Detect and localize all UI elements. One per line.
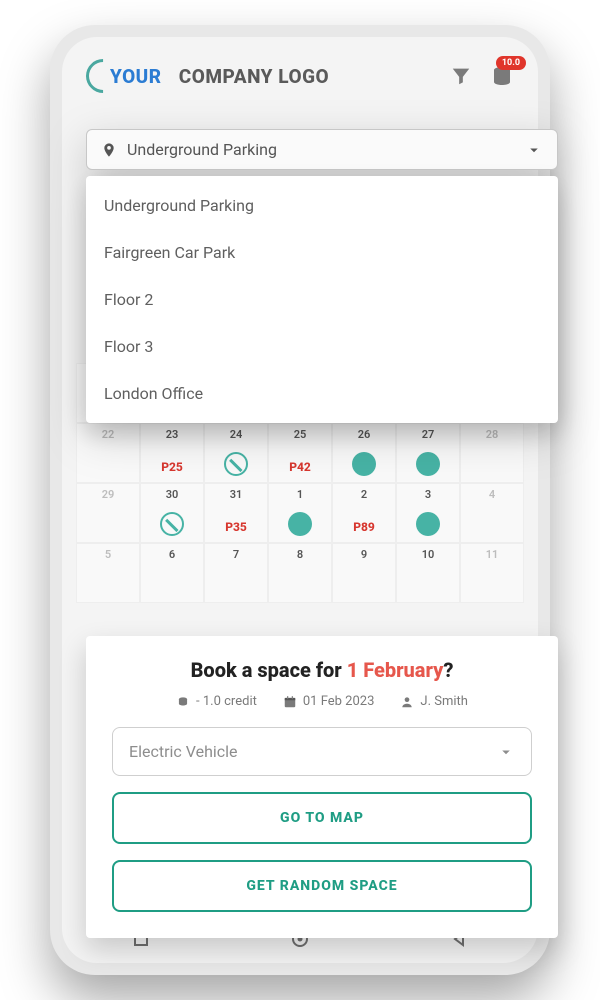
day-number: 24 [205, 428, 267, 441]
available-dot-icon [416, 452, 440, 476]
day-number: 23 [141, 428, 203, 441]
pin-icon [101, 142, 117, 158]
unavailable-icon [160, 512, 184, 536]
location-dropdown: Underground Parking Underground ParkingF… [86, 129, 558, 423]
user-icon [400, 695, 414, 709]
go-to-map-button[interactable]: GO TO MAP [112, 792, 532, 844]
calendar-day[interactable]: 23 P25 [140, 423, 204, 483]
calendar-day[interactable]: 1 [268, 483, 332, 543]
coins-icon [176, 695, 190, 709]
day-number: 8 [269, 548, 331, 561]
filter-button[interactable] [450, 65, 472, 87]
credit-cost: - 1.0 credit [176, 694, 257, 709]
calendar-day[interactable]: 8 [268, 543, 332, 603]
calendar-day[interactable]: 26 [332, 423, 396, 483]
chevron-down-icon [497, 743, 515, 761]
calendar-day[interactable]: 29 [76, 483, 140, 543]
logo-arc-icon [79, 52, 127, 100]
day-number: 27 [397, 428, 459, 441]
day-number: 3 [397, 488, 459, 501]
vehicle-type-select[interactable]: Electric Vehicle [112, 727, 532, 776]
app-header: YOUR COMPANY LOGO 10.0 [62, 37, 538, 103]
calendar-day[interactable]: 10 [396, 543, 460, 603]
day-number: 22 [77, 428, 139, 441]
credits-badge: 10.0 [496, 56, 526, 70]
day-number: 25 [269, 428, 331, 441]
location-option[interactable]: Underground Parking [86, 182, 558, 229]
space-tag: P89 [333, 520, 395, 534]
booking-user: J. Smith [400, 694, 468, 709]
day-number: 4 [461, 488, 523, 501]
calendar-day[interactable]: 24 [204, 423, 268, 483]
booking-meta: - 1.0 credit 01 Feb 2023 J. Smith [112, 694, 532, 709]
calendar-day[interactable]: 25 P42 [268, 423, 332, 483]
calendar-day[interactable]: 9 [332, 543, 396, 603]
booking-date: 01 Feb 2023 [283, 694, 375, 709]
calendar-day[interactable]: 11 [460, 543, 524, 603]
day-number: 1 [269, 488, 331, 501]
location-option[interactable]: London Office [86, 370, 558, 417]
booking-card: Book a space for 1 February? - 1.0 credi… [86, 636, 558, 938]
location-select[interactable]: Underground Parking [86, 129, 558, 170]
available-dot-icon [416, 512, 440, 536]
calendar-day[interactable]: 31 P35 [204, 483, 268, 543]
funnel-icon [450, 65, 472, 87]
calendar-day[interactable]: 3 [396, 483, 460, 543]
day-number: 31 [205, 488, 267, 501]
space-tag: P42 [269, 460, 331, 474]
day-number: 10 [397, 548, 459, 561]
location-option[interactable]: Fairgreen Car Park [86, 229, 558, 276]
day-number: 7 [205, 548, 267, 561]
credits-button[interactable]: 10.0 [490, 64, 514, 88]
available-dot-icon [288, 512, 312, 536]
day-number: 2 [333, 488, 395, 501]
day-number: 28 [461, 428, 523, 441]
calendar-day[interactable]: 30 [140, 483, 204, 543]
available-dot-icon [352, 452, 376, 476]
calendar-day[interactable]: 5 [76, 543, 140, 603]
calendar-day[interactable]: 2 P89 [332, 483, 396, 543]
unavailable-icon [224, 452, 248, 476]
calendar-day[interactable]: 7 [204, 543, 268, 603]
space-tag: P35 [205, 520, 267, 534]
day-number: 30 [141, 488, 203, 501]
location-options-list: Underground ParkingFairgreen Car ParkFlo… [86, 176, 558, 423]
booking-title: Book a space for 1 February? [112, 658, 532, 682]
header-actions: 10.0 [450, 64, 514, 88]
location-option[interactable]: Floor 2 [86, 276, 558, 323]
space-tag: P25 [141, 460, 203, 474]
calendar-day[interactable]: 4 [460, 483, 524, 543]
company-logo: YOUR COMPANY LOGO [86, 59, 329, 93]
day-number: 29 [77, 488, 139, 501]
logo-text-rest: COMPANY LOGO [179, 65, 329, 88]
calendar-icon [283, 695, 297, 709]
day-number: 26 [333, 428, 395, 441]
calendar-day[interactable]: 28 [460, 423, 524, 483]
location-option[interactable]: Floor 3 [86, 323, 558, 370]
calendar-day[interactable]: 22 [76, 423, 140, 483]
day-number: 5 [77, 548, 139, 561]
calendar-day[interactable]: 27 [396, 423, 460, 483]
chevron-down-icon [525, 141, 543, 159]
location-selected-label: Underground Parking [127, 140, 277, 159]
day-number: 9 [333, 548, 395, 561]
calendar-day[interactable]: 6 [140, 543, 204, 603]
get-random-space-button[interactable]: GET RANDOM SPACE [112, 860, 532, 912]
day-number: 11 [461, 548, 523, 561]
day-number: 6 [141, 548, 203, 561]
